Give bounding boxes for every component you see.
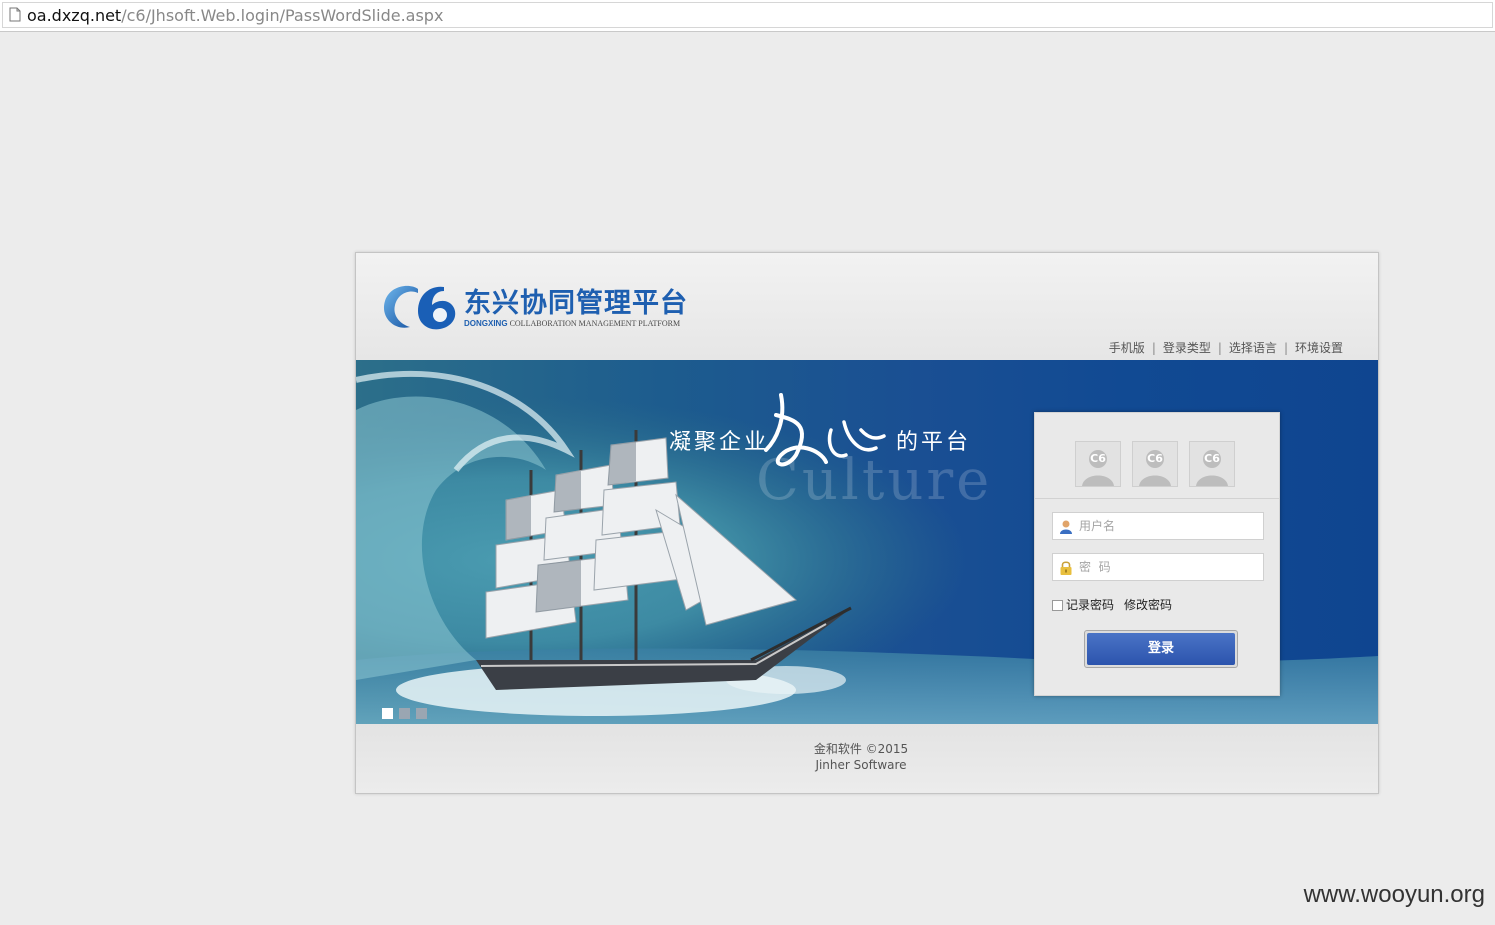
username-input[interactable] (1079, 516, 1259, 536)
link-mobile[interactable]: 手机版 (1109, 341, 1145, 355)
user-silhouette-icon: C6 (1076, 442, 1120, 486)
browser-address-bar: oa.dxzq.net/c6/Jhsoft.Web.login/PassWord… (0, 0, 1495, 32)
panel-header: 东兴协同管理平台 DONGXING COLLABORATION MANAGEME… (356, 253, 1378, 360)
link-separator: | (1283, 341, 1288, 355)
brand-subtitle-lead: DONGXING (464, 319, 508, 328)
company-name: Jinher Software (815, 758, 907, 772)
url-field[interactable]: oa.dxzq.net/c6/Jhsoft.Web.login/PassWord… (2, 2, 1493, 28)
brand-subtitle: DONGXING COLLABORATION MANAGEMENT PLATFO… (464, 319, 680, 328)
login-panel: 东兴协同管理平台 DONGXING COLLABORATION MANAGEME… (355, 252, 1379, 794)
slide-dot-3[interactable] (416, 708, 427, 719)
user-icon (1060, 520, 1072, 534)
banner-slideshow: Culture 凝聚企业 的平台 C6 C6 C6 用户名 记录密码 修改密码 … (356, 360, 1378, 724)
login-button-frame: 登录 (1084, 630, 1238, 668)
page-icon (9, 7, 21, 22)
copyright-text: 金和软件 ©2015 (813, 742, 909, 756)
link-environment[interactable]: 环境设置 (1295, 341, 1343, 355)
user-silhouette-icon: C6 (1133, 442, 1177, 486)
site-watermark: www.wooyun.org (1303, 881, 1485, 908)
user-avatars: C6 C6 C6 (1075, 441, 1245, 491)
lock-icon (1060, 561, 1072, 575)
remember-label[interactable]: 记录密码 (1066, 598, 1114, 612)
slide-dot-2[interactable] (399, 708, 410, 719)
slide-dot-1[interactable] (382, 708, 393, 719)
panel-footer: 金和软件 ©2015 Jinher Software (356, 724, 1378, 793)
username-field[interactable] (1052, 512, 1264, 540)
url-text[interactable]: oa.dxzq.net/c6/Jhsoft.Web.login/PassWord… (27, 6, 443, 26)
culture-watermark-text: Culture (756, 448, 993, 513)
password-field[interactable] (1052, 553, 1264, 581)
svg-text:C6: C6 (1204, 452, 1220, 465)
avatar-1[interactable]: C6 (1075, 441, 1121, 487)
svg-text:C6: C6 (1147, 452, 1163, 465)
user-silhouette-icon: C6 (1190, 442, 1234, 486)
remember-row: 记录密码 修改密码 (1052, 596, 1172, 613)
link-language[interactable]: 选择语言 (1229, 341, 1277, 355)
link-separator: | (1151, 341, 1156, 355)
avatar-3[interactable]: C6 (1189, 441, 1235, 487)
brand-title: 东兴协同管理平台 (464, 288, 688, 319)
avatar-2[interactable]: C6 (1132, 441, 1178, 487)
slogan-left: 凝聚企业 (669, 430, 770, 455)
c6-logo-icon (383, 285, 456, 330)
link-separator: | (1217, 341, 1222, 355)
link-login-type[interactable]: 登录类型 (1163, 341, 1211, 355)
url-host: oa.dxzq.net (27, 6, 122, 25)
login-form: C6 C6 C6 用户名 记录密码 修改密码 登录 (1034, 412, 1280, 696)
slide-indicators (382, 704, 433, 723)
svg-text:C6: C6 (1090, 452, 1106, 465)
slogan-right: 的平台 (896, 430, 972, 455)
top-links: 手机版 | 登录类型 | 选择语言 | 环境设置 (1109, 339, 1343, 356)
login-button[interactable]: 登录 (1087, 633, 1235, 665)
login-divider (1035, 498, 1279, 499)
remember-checkbox[interactable] (1052, 600, 1063, 611)
password-input[interactable] (1079, 557, 1259, 577)
url-path: /c6/Jhsoft.Web.login/PassWordSlide.aspx (121, 6, 444, 25)
brand-subtitle-rest: COLLABORATION MANAGEMENT PLATFORM (507, 319, 681, 328)
change-password-link[interactable]: 修改密码 (1124, 598, 1172, 612)
